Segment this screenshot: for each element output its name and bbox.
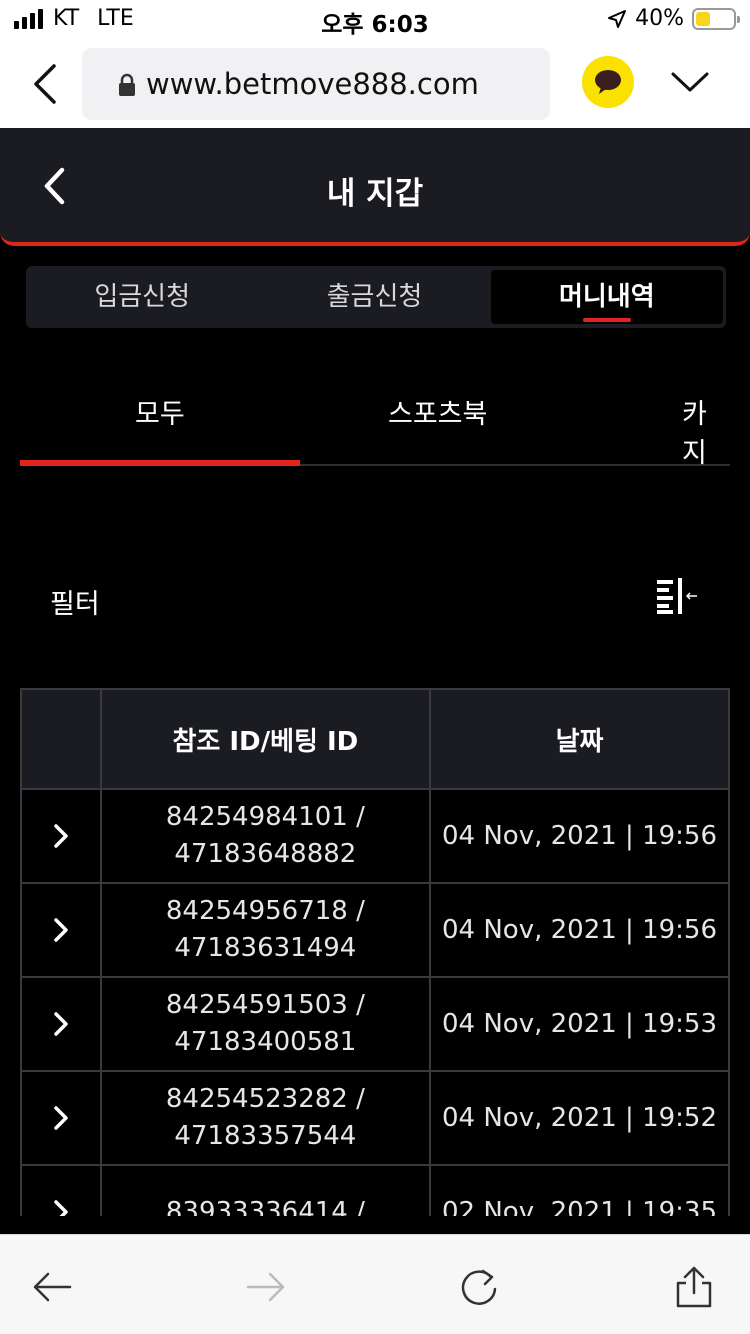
back-arrow-icon[interactable]: [30, 1265, 74, 1309]
chevron-right-icon[interactable]: [52, 1199, 70, 1216]
expand-column-header: [20, 688, 102, 790]
ref-id-column-header: 참조 ID/베팅 ID: [99, 688, 432, 790]
ref-id-cell: 84254591503 / 47183400581: [99, 976, 432, 1072]
date-cell: 02 Nov, 2021 | 19:35: [429, 1164, 730, 1216]
ref-id-cell: 84254523282 / 47183357544: [99, 1070, 432, 1166]
date-cell: 04 Nov, 2021 | 19:53: [429, 976, 730, 1072]
reload-icon[interactable]: [457, 1265, 501, 1309]
bet-id: 47183357544: [174, 1121, 357, 1151]
ref-id: 84254523282 /: [165, 1084, 365, 1114]
date-cell: 04 Nov, 2021 | 19:56: [429, 788, 730, 884]
table-row[interactable]: 84254984101 / 47183648882 04 Nov, 2021 | …: [20, 788, 730, 884]
table-viewport: 참조 ID/베팅 ID 날짜 84254984101 / 47183648882 …: [0, 0, 750, 1216]
expand-cell[interactable]: [20, 976, 102, 1072]
expand-cell[interactable]: [20, 1164, 102, 1216]
browser-toolbar: [0, 1234, 750, 1334]
table-row[interactable]: 83933336414 / 02 Nov, 2021 | 19:35: [20, 1164, 730, 1217]
chevron-right-icon[interactable]: [52, 1105, 70, 1131]
ref-id: 84254984101 /: [165, 802, 365, 832]
table-row[interactable]: 84254956718 / 47183631494 04 Nov, 2021 | …: [20, 882, 730, 978]
chevron-right-icon[interactable]: [52, 1011, 70, 1037]
share-icon[interactable]: [672, 1265, 716, 1309]
ref-id-cell: 83933336414 /: [99, 1164, 432, 1217]
expand-cell[interactable]: [20, 1070, 102, 1166]
date-cell: 04 Nov, 2021 | 19:52: [429, 1070, 730, 1166]
ref-id: 83933336414 /: [165, 1196, 365, 1217]
bet-id: 47183400581: [174, 1027, 357, 1057]
table-row[interactable]: 84254523282 / 47183357544 04 Nov, 2021 | …: [20, 1070, 730, 1166]
bet-id: 47183631494: [174, 933, 357, 963]
forward-arrow-icon[interactable]: [244, 1265, 288, 1309]
table-header-row: 참조 ID/베팅 ID 날짜: [20, 688, 730, 790]
chevron-right-icon[interactable]: [52, 917, 70, 943]
ref-id: 84254956718 /: [165, 896, 365, 926]
table-row[interactable]: 84254591503 / 47183400581 04 Nov, 2021 | …: [20, 976, 730, 1072]
ref-id: 84254591503 /: [165, 990, 365, 1020]
date-cell: 04 Nov, 2021 | 19:56: [429, 882, 730, 978]
money-history-table: 참조 ID/베팅 ID 날짜 84254984101 / 47183648882 …: [20, 688, 730, 1216]
bet-id: 47183648882: [174, 839, 357, 869]
ref-id-cell: 84254984101 / 47183648882: [99, 788, 432, 884]
date-column-header: 날짜: [429, 688, 730, 790]
ref-id-cell: 84254956718 / 47183631494: [99, 882, 432, 978]
expand-cell[interactable]: [20, 882, 102, 978]
chevron-right-icon[interactable]: [52, 823, 70, 849]
expand-cell[interactable]: [20, 788, 102, 884]
